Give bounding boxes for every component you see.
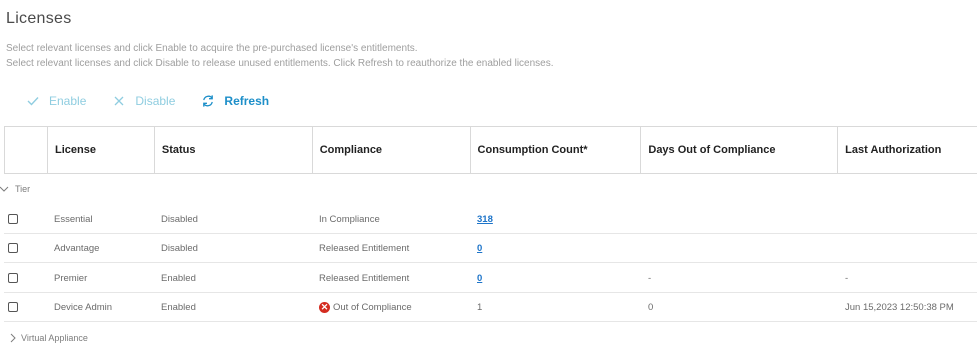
days-out-of-compliance bbox=[641, 234, 838, 262]
license-name: Premier bbox=[54, 272, 88, 284]
consumption-count-link[interactable]: 318 bbox=[477, 214, 493, 225]
column-header-compliance[interactable]: Compliance bbox=[313, 127, 471, 173]
refresh-icon bbox=[201, 94, 215, 108]
column-header-last-authorization[interactable]: Last Authorization bbox=[838, 127, 977, 173]
table-row: Advantage Disabled Released Entitlement … bbox=[4, 234, 977, 263]
license-compliance-cell: ✕ Out of Compliance bbox=[312, 293, 470, 321]
chevron-down-icon bbox=[0, 185, 10, 193]
refresh-button-label: Refresh bbox=[224, 94, 270, 108]
toolbar: Enable Disable Refresh bbox=[26, 94, 295, 108]
last-authorization bbox=[838, 234, 977, 262]
license-status: Disabled bbox=[161, 213, 198, 225]
table-row: Device Admin Enabled ✕ Out of Compliance… bbox=[4, 293, 977, 322]
last-authorization bbox=[838, 205, 977, 233]
chevron-right-icon bbox=[10, 333, 16, 343]
checkmark-icon bbox=[26, 94, 40, 108]
license-compliance: Out of Compliance bbox=[333, 301, 412, 313]
group-virtual-appliance-label: Virtual Appliance bbox=[21, 333, 88, 343]
license-name: Device Admin bbox=[54, 301, 113, 313]
license-status: Disabled bbox=[161, 242, 198, 254]
table-row: Essential Disabled In Compliance 318 bbox=[4, 205, 977, 234]
row-checkbox[interactable] bbox=[8, 273, 18, 283]
license-status: Enabled bbox=[161, 272, 196, 284]
enable-button-label: Enable bbox=[49, 94, 87, 108]
consumption-count: 1 bbox=[477, 301, 483, 313]
license-compliance: In Compliance bbox=[319, 213, 380, 225]
table-row: Premier Enabled Released Entitlement 0 -… bbox=[4, 264, 977, 293]
consumption-count-link[interactable]: 0 bbox=[477, 243, 482, 254]
column-header-days-out-of-compliance[interactable]: Days Out of Compliance bbox=[641, 127, 839, 173]
close-icon bbox=[112, 94, 126, 108]
row-checkbox[interactable] bbox=[8, 243, 18, 253]
consumption-count-link[interactable]: 0 bbox=[477, 273, 482, 284]
license-name: Advantage bbox=[54, 242, 100, 254]
group-tier-label: Tier bbox=[15, 184, 31, 194]
table-header: License Status Compliance Consumption Co… bbox=[4, 127, 977, 174]
last-authorization: Jun 15,2023 12:50:38 PM bbox=[845, 301, 954, 313]
license-status: Enabled bbox=[161, 301, 196, 313]
license-compliance: Released Entitlement bbox=[319, 272, 410, 284]
page-description-enable: Select relevant licenses and click Enabl… bbox=[6, 43, 418, 54]
column-header-license[interactable]: License bbox=[48, 127, 155, 173]
days-out-of-compliance bbox=[641, 205, 838, 233]
license-name: Essential bbox=[54, 213, 93, 225]
column-header-status[interactable]: Status bbox=[155, 127, 313, 173]
days-out-of-compliance: 0 bbox=[648, 301, 654, 313]
last-authorization: - bbox=[845, 272, 849, 284]
refresh-button[interactable]: Refresh bbox=[201, 94, 269, 108]
row-checkbox[interactable] bbox=[8, 302, 18, 312]
header-select-cell bbox=[5, 127, 48, 173]
column-header-consumption-count[interactable]: Consumption Count* bbox=[471, 127, 642, 173]
row-checkbox[interactable] bbox=[8, 214, 18, 224]
licenses-table: License Status Compliance Consumption Co… bbox=[4, 126, 977, 174]
page-description-disable: Select relevant licenses and click Disab… bbox=[6, 58, 554, 69]
disable-button-label: Disable bbox=[135, 94, 176, 108]
group-virtual-appliance[interactable]: Virtual Appliance bbox=[10, 333, 88, 343]
page-title: Licenses bbox=[6, 10, 72, 27]
license-compliance: Released Entitlement bbox=[319, 242, 410, 254]
disable-button[interactable]: Disable bbox=[112, 94, 175, 108]
enable-button[interactable]: Enable bbox=[26, 94, 86, 108]
group-tier[interactable]: Tier bbox=[0, 184, 30, 194]
error-icon: ✕ bbox=[319, 301, 330, 313]
days-out-of-compliance: - bbox=[648, 272, 652, 284]
